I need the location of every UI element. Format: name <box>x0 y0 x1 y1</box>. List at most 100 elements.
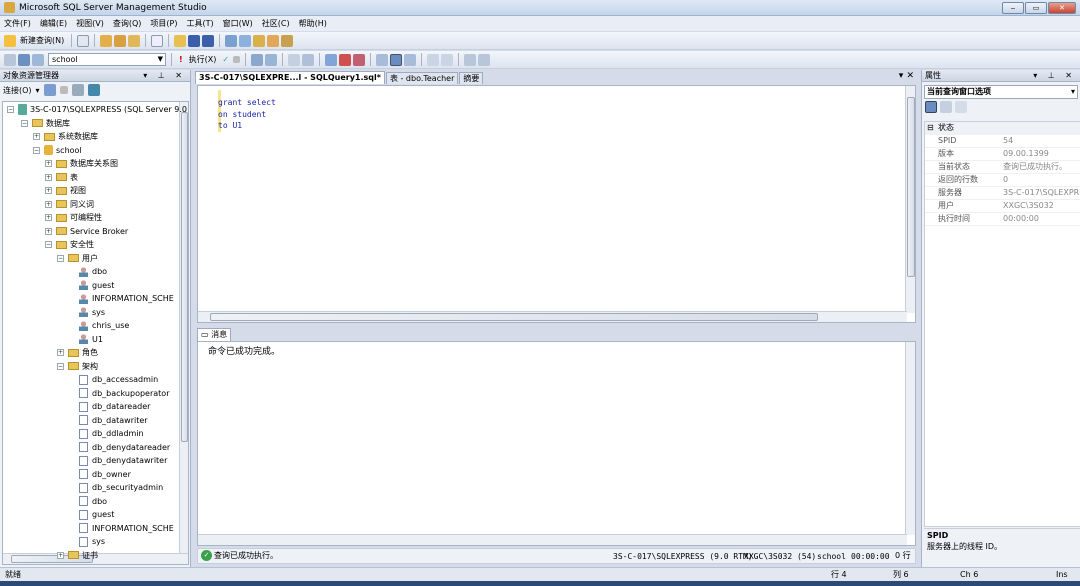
menu-help[interactable]: 帮助(H) <box>299 18 327 29</box>
alphabetical-icon[interactable] <box>940 101 952 113</box>
schema-node[interactable]: db_denydatawriter <box>79 454 167 467</box>
editor-hscroll-thumb[interactable] <box>210 313 818 321</box>
server-node[interactable]: − 3S-C-017\SQLEXPRESS (SQL Server 9.0 <box>7 103 187 116</box>
user-node[interactable]: chris_use <box>79 319 129 332</box>
collapse-icon[interactable]: − <box>7 106 14 113</box>
user-node[interactable]: U1 <box>79 333 103 346</box>
diagrams-node[interactable]: + 数据库关系图 <box>45 157 118 170</box>
tab-messages[interactable]: ▭ 消息 <box>197 328 232 341</box>
code-line-2[interactable]: on student <box>218 109 276 121</box>
new-file-icon[interactable] <box>77 34 90 47</box>
execute-icon[interactable]: ! <box>179 55 183 64</box>
query-designer-icon[interactable] <box>265 53 278 66</box>
collapse-icon[interactable]: − <box>57 254 64 262</box>
display-plan-icon[interactable] <box>251 53 264 66</box>
databases-node[interactable]: − 数据库 <box>21 117 70 130</box>
menu-edit[interactable]: 编辑(E) <box>40 18 67 29</box>
client-stats-icon[interactable] <box>339 53 352 66</box>
expand-icon[interactable]: + <box>45 173 52 181</box>
close-button[interactable]: ✕ <box>1048 2 1076 14</box>
connect-button[interactable]: 连接(O) <box>3 85 32 96</box>
schema-node[interactable]: db_denydatareader <box>79 441 170 454</box>
filter-icon[interactable] <box>87 84 100 96</box>
editor-vscroll-thumb[interactable] <box>907 97 915 277</box>
menu-query[interactable]: 查询(Q) <box>113 18 142 29</box>
close-document-icon[interactable]: ▾ ✕ <box>899 71 914 81</box>
include-plan-icon[interactable] <box>325 53 338 66</box>
tables-node[interactable]: + 表 <box>45 171 78 184</box>
db-engine-query-icon[interactable] <box>100 34 113 47</box>
user-node[interactable]: INFORMATION_SCHE <box>79 292 174 305</box>
dmx-query-icon[interactable] <box>151 34 164 47</box>
menu-tools[interactable]: 工具(T) <box>186 18 213 29</box>
mdx-query-icon[interactable] <box>128 34 141 47</box>
expand-icon[interactable]: + <box>45 227 52 235</box>
save-icon[interactable] <box>188 34 201 47</box>
schema-node[interactable]: db_accessadmin <box>79 373 158 386</box>
comment-icon[interactable] <box>427 53 440 66</box>
new-query-icon[interactable] <box>4 34 16 47</box>
results-to-text-icon[interactable] <box>376 53 389 66</box>
toolbox-icon[interactable] <box>281 34 294 47</box>
cancel-query-icon[interactable] <box>233 56 241 63</box>
menu-project[interactable]: 项目(P) <box>150 18 177 29</box>
query-editor[interactable]: grant select on student to U1 <box>197 85 916 323</box>
expand-icon[interactable]: + <box>45 200 52 208</box>
expand-icon[interactable]: + <box>45 160 52 167</box>
panel-pin-icon[interactable]: ▾ ⊥ ✕ <box>143 70 186 82</box>
properties-icon[interactable] <box>267 34 280 47</box>
property-row[interactable]: 版本 09.00.1399 <box>925 148 1080 161</box>
maximize-button[interactable]: ▭ <box>1025 2 1047 14</box>
server-trace-icon[interactable] <box>353 53 366 66</box>
schema-node[interactable]: db_backupoperator <box>79 387 169 400</box>
tree-scroll-thumb[interactable] <box>181 112 188 442</box>
property-row[interactable]: SPID 54 <box>925 135 1080 148</box>
property-row[interactable]: 用户 XXGC\3S032 <box>925 200 1080 213</box>
schema-node[interactable]: db_datawriter <box>79 414 148 427</box>
editor-vertical-scrollbar[interactable] <box>905 86 915 313</box>
tree-vertical-scrollbar[interactable] <box>179 102 188 554</box>
user-node[interactable]: guest <box>79 279 114 292</box>
parse-icon[interactable]: ✓ <box>222 55 229 64</box>
expand-icon[interactable]: + <box>57 349 64 356</box>
dropdown-icon[interactable]: ▾ <box>36 86 40 95</box>
collapse-icon[interactable]: ⊟ <box>927 122 934 134</box>
property-row[interactable]: 当前状态 查询已成功执行。 <box>925 161 1080 174</box>
collapse-icon[interactable]: − <box>21 119 28 127</box>
messages-vertical-scrollbar[interactable] <box>905 342 915 535</box>
refresh-icon[interactable] <box>71 84 84 96</box>
security-node[interactable]: − 安全性 <box>45 238 94 251</box>
tab-sqlquery1[interactable]: 3S-C-017\SQLEXPRE...l - SQLQuery1.sql* <box>195 71 385 84</box>
property-row[interactable]: 服务器 3S-C-017\SQLEXPRE <box>925 187 1080 200</box>
menu-window[interactable]: 窗口(W) <box>223 18 253 29</box>
roles-node[interactable]: + 角色 <box>57 346 98 359</box>
expand-icon[interactable]: + <box>45 187 52 194</box>
results-to-file-icon[interactable] <box>404 53 417 66</box>
schema-node[interactable]: dbo <box>79 495 107 508</box>
tab-teacher-table[interactable]: 表 - dbo.Teacher <box>385 72 459 84</box>
schema-node[interactable]: guest <box>79 508 114 521</box>
collapse-icon[interactable]: − <box>45 241 52 248</box>
properties-object-selector[interactable]: 当前查询窗口选项 ▾ <box>924 85 1078 99</box>
open-file-icon[interactable] <box>174 34 187 47</box>
menu-community[interactable]: 社区(C) <box>262 18 290 29</box>
property-group-status[interactable]: ⊟ 状态 <box>925 122 1080 135</box>
school-db-node[interactable]: − school <box>33 144 82 157</box>
schema-node[interactable]: INFORMATION_SCHE <box>79 522 174 535</box>
disconnect-icon[interactable] <box>32 53 44 66</box>
editor-horizontal-scrollbar[interactable] <box>198 311 907 322</box>
views-node[interactable]: + 视图 <box>45 184 86 197</box>
tab-summary[interactable]: 摘要 <box>459 72 484 84</box>
execute-button[interactable]: 执行(X) <box>189 54 217 65</box>
object-explorer-icon[interactable] <box>239 34 252 47</box>
new-query-button[interactable]: 新建查询(N) <box>20 35 64 46</box>
user-node[interactable]: dbo <box>79 265 107 278</box>
collapse-icon[interactable]: − <box>33 146 40 154</box>
minimize-button[interactable]: ‒ <box>1002 2 1024 14</box>
connect-icon[interactable] <box>4 53 16 66</box>
schema-node[interactable]: db_owner <box>79 468 131 481</box>
menu-view[interactable]: 视图(V) <box>76 18 104 29</box>
schema-node[interactable]: sys <box>79 535 105 548</box>
connect-server-icon[interactable] <box>43 84 56 96</box>
user-node[interactable]: sys <box>79 306 105 319</box>
